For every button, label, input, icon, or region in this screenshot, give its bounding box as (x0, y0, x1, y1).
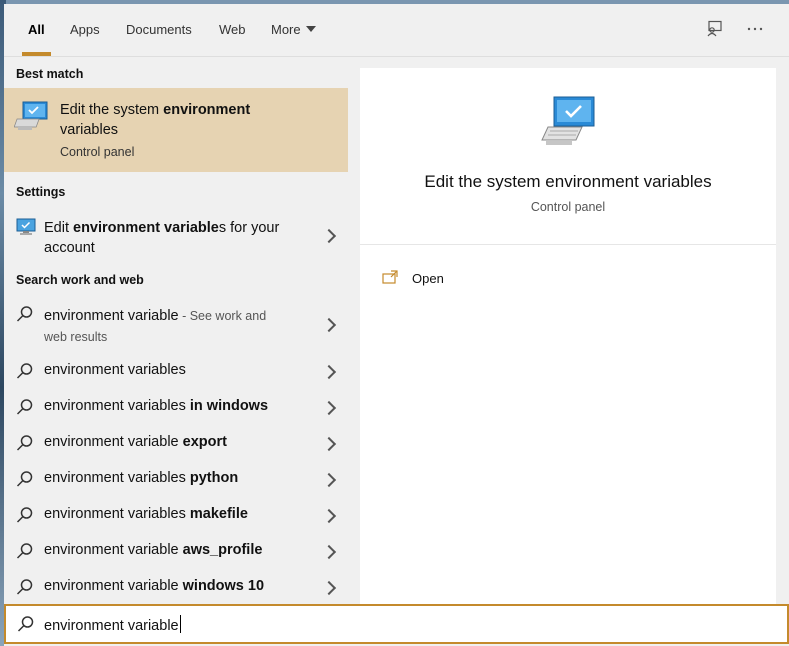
settings-monitor-icon (16, 218, 36, 235)
more-options-button[interactable] (744, 18, 766, 40)
suggestion-bold: aws_profile (182, 542, 263, 558)
section-settings: Settings (16, 185, 66, 199)
settings-item-post: s for your (218, 220, 280, 236)
settings-item-bold: environment variable (73, 220, 219, 236)
suggestion-item[interactable]: environment variables (4, 357, 348, 387)
system-properties-large-icon (541, 96, 595, 145)
text-cursor (179, 615, 181, 633)
feedback-button[interactable] (703, 18, 725, 40)
suggestion-bold: windows 10 (182, 578, 265, 594)
search-icon (16, 399, 33, 415)
suggestion-base: environment variable (44, 578, 183, 594)
tab-apps-label: Apps (70, 22, 100, 37)
settings-item-environment-variables[interactable]: Edit environment variables for your acco… (4, 212, 348, 258)
suggestion-label: environment variables in windows (44, 398, 268, 414)
suggestion-item[interactable]: environment variables makefile (4, 501, 348, 531)
settings-item-label: Edit environment variables for your acco… (44, 218, 279, 258)
ellipsis-icon (747, 27, 763, 31)
chevron-right-icon (321, 544, 337, 560)
tab-all-label: All (28, 22, 45, 37)
chevron-right-icon (321, 580, 337, 596)
chevron-right-icon (321, 317, 337, 333)
tab-apps[interactable]: Apps (70, 4, 100, 56)
settings-item-pre: Edit (44, 220, 74, 236)
suggestion-base: environment variable (44, 542, 183, 558)
suggestion-item[interactable]: environment variables in windows (4, 393, 348, 423)
best-match-title-line2: variables (60, 122, 119, 138)
tab-more[interactable]: More (271, 4, 316, 56)
best-match-title-pre: Edit the system (60, 102, 164, 118)
search-icon (16, 435, 33, 451)
search-icon (17, 616, 34, 632)
results-list: Best match Edit the system environment v… (4, 57, 348, 605)
suggestion-item[interactable]: environment variables python (4, 465, 348, 495)
suggestion-label: environment variable export (44, 434, 227, 450)
tab-documents-label: Documents (126, 22, 192, 37)
search-icon (16, 543, 33, 559)
chevron-right-icon (321, 400, 337, 416)
chevron-right-icon (321, 228, 337, 244)
tab-web-label: Web (219, 22, 246, 37)
suggestion-bold: export (182, 434, 227, 450)
web-result-label: environment variable - See work and web … (44, 306, 266, 348)
search-box[interactable]: environment variable (4, 604, 789, 644)
chevron-right-icon (321, 472, 337, 488)
suggestion-bold: python (189, 470, 239, 486)
chevron-right-icon (321, 508, 337, 524)
tab-all[interactable]: All (22, 4, 51, 56)
suggestion-label: environment variables python (44, 470, 238, 486)
suggestion-label: environment variable aws_profile (44, 542, 262, 558)
feedback-icon (707, 20, 722, 37)
search-icon (16, 579, 33, 595)
search-icon (16, 471, 33, 487)
search-input-value: environment variable (44, 618, 179, 634)
web-result-line2: web results (44, 330, 108, 344)
best-match-title: Edit the system environment variables (60, 100, 330, 140)
best-match-subtitle: Control panel (60, 145, 135, 159)
suggestion-base: environment variables (44, 398, 190, 414)
web-result-suffix: - See work and (178, 309, 267, 323)
tab-documents[interactable]: Documents (126, 4, 192, 56)
suggestion-base: environment variable (44, 434, 183, 450)
chevron-down-icon (305, 26, 316, 32)
open-action-label: Open (412, 271, 444, 286)
search-icon (16, 507, 33, 523)
suggestion-bold: makefile (189, 506, 248, 522)
section-best-match: Best match (16, 67, 84, 81)
preview-pane: Edit the system environment variables Co… (360, 68, 776, 606)
open-icon (382, 270, 398, 284)
tab-web[interactable]: Web (219, 4, 246, 56)
chevron-right-icon (321, 364, 337, 380)
search-input[interactable]: environment variable (44, 615, 181, 634)
search-icon (16, 363, 33, 379)
section-search-web: Search work and web (16, 273, 144, 287)
suggestion-label: environment variables (44, 362, 186, 378)
suggestion-label: environment variable windows 10 (44, 578, 264, 594)
chevron-right-icon (321, 436, 337, 452)
search-tabs-bar: All Apps Documents Web More (4, 4, 789, 57)
preview-title: Edit the system environment variables (424, 172, 712, 191)
web-result-text: environment variable (44, 308, 179, 324)
search-window: All Apps Documents Web More Best match E… (4, 4, 789, 646)
preview-subtitle: Control panel (530, 200, 606, 214)
suggestion-item[interactable]: environment variable export (4, 429, 348, 459)
suggestion-bold: in windows (189, 398, 269, 414)
suggestion-item[interactable]: environment variable aws_profile (4, 537, 348, 567)
suggestion-base: environment variables (44, 506, 190, 522)
web-result-item[interactable]: environment variable - See work and web … (4, 301, 348, 347)
suggestion-label: environment variables makefile (44, 506, 248, 522)
tab-more-label: More (271, 22, 301, 37)
system-properties-icon (14, 101, 48, 130)
preview-divider (360, 244, 776, 245)
best-match-item[interactable]: Edit the system environment variables Co… (4, 88, 348, 172)
suggestion-base: environment variables (44, 470, 190, 486)
search-icon (16, 306, 33, 322)
suggestion-item[interactable]: environment variable windows 10 (4, 573, 348, 603)
suggestion-base: environment variables (44, 362, 186, 378)
settings-item-line2: account (44, 240, 95, 256)
best-match-title-bold: environment (163, 102, 251, 118)
